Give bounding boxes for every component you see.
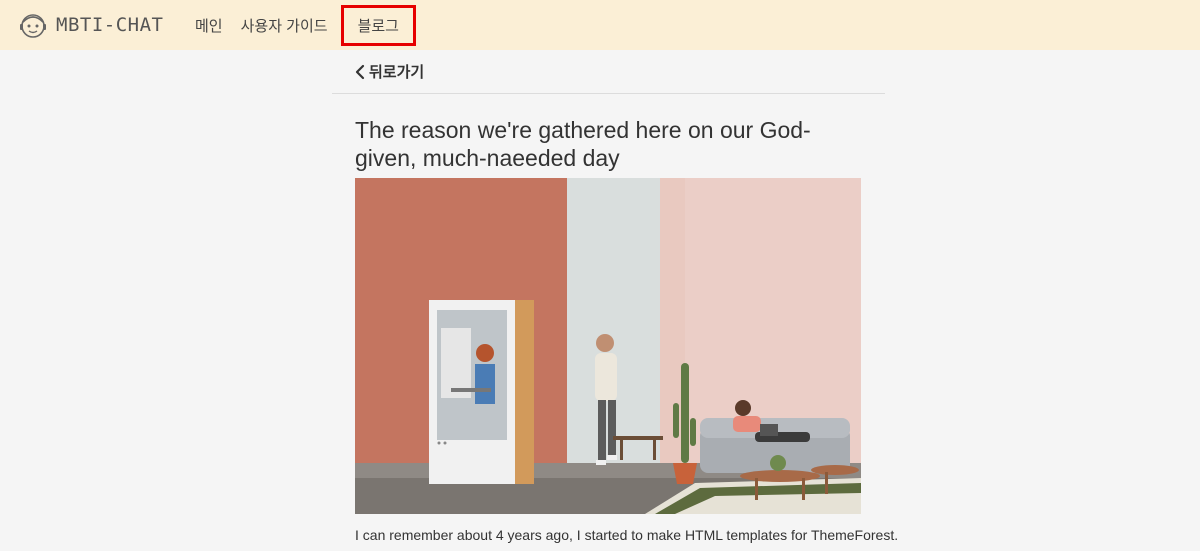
- post-title: The reason we're gathered here on our Go…: [355, 117, 811, 171]
- nav-item-blog[interactable]: 블로그: [340, 4, 416, 46]
- brand-logo-link[interactable]: MBTI-CHAT: [18, 8, 163, 42]
- nav-item-main[interactable]: 메인: [186, 15, 232, 36]
- top-navbar: MBTI-CHAT 메인 사용자 가이드 블로그: [0, 0, 1200, 50]
- mascot-icon: [20, 14, 46, 38]
- main-nav: 메인 사용자 가이드 블로그: [186, 0, 416, 50]
- back-bar: 뒤로가기: [332, 50, 885, 94]
- nav-item-user-guide[interactable]: 사용자 가이드: [232, 15, 337, 36]
- chevron-left-icon: [355, 64, 365, 79]
- brand-name: MBTI-CHAT: [56, 14, 164, 36]
- post-hero-image: [355, 178, 861, 514]
- back-button[interactable]: 뒤로가기: [354, 61, 424, 82]
- back-label: 뒤로가기: [369, 64, 425, 81]
- post-excerpt: I can remember about 4 years ago, I star…: [355, 527, 899, 543]
